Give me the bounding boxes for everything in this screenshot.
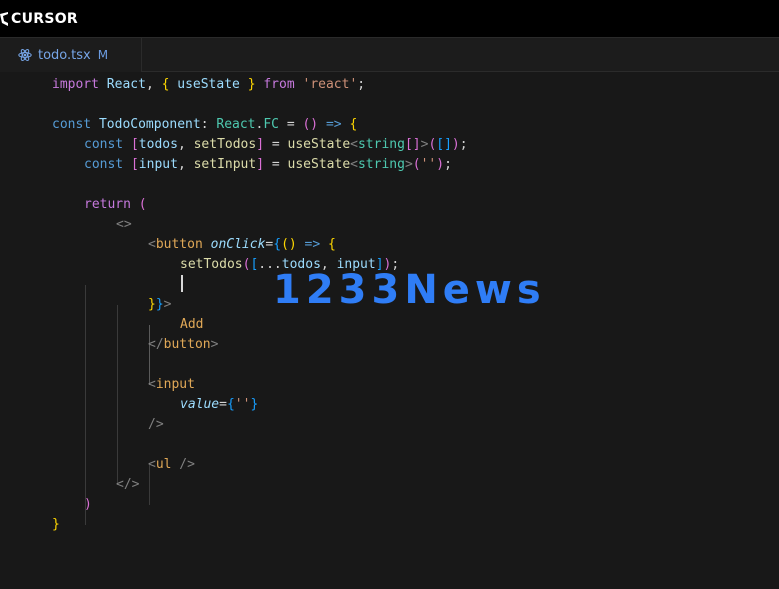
code-token: return bbox=[84, 197, 131, 212]
code-token: todos bbox=[138, 137, 178, 152]
code-line: Add bbox=[180, 315, 203, 335]
brand: CURSOR bbox=[0, 9, 78, 29]
code-line: return ( bbox=[84, 197, 147, 212]
code-token: useState bbox=[177, 77, 240, 92]
title-bar: CURSOR bbox=[0, 0, 779, 38]
code-token: string bbox=[357, 157, 405, 172]
tab-modified-badge: M bbox=[97, 48, 109, 62]
code-token: const bbox=[84, 157, 124, 172]
code-token: FC bbox=[263, 117, 279, 132]
code-token: string bbox=[357, 137, 405, 152]
code-line: </> bbox=[116, 477, 140, 492]
code-token: 'react' bbox=[302, 77, 358, 92]
code-token: from bbox=[263, 77, 295, 92]
button-text: Add bbox=[180, 317, 204, 332]
indent-guide bbox=[117, 305, 118, 485]
text-cursor bbox=[181, 275, 183, 292]
code-line: <button onClick={() => { bbox=[148, 237, 336, 252]
code-token: React bbox=[106, 77, 146, 92]
react-icon bbox=[18, 48, 32, 62]
code-token: ul bbox=[155, 457, 172, 472]
code-line: <ul /> bbox=[148, 457, 195, 472]
code-editor[interactable]: import React, { useState } from 'react';… bbox=[0, 72, 779, 589]
code-token: value bbox=[180, 397, 220, 412]
code-line: const [todos, setTodos] = useState<strin… bbox=[84, 137, 468, 152]
code-token: React bbox=[216, 117, 256, 132]
code-token: import bbox=[52, 77, 99, 92]
code-token: '' bbox=[234, 397, 251, 412]
code-token: button bbox=[163, 337, 211, 352]
tab-todo-tsx[interactable]: todo.tsx M bbox=[0, 38, 142, 72]
brand-name: CURSOR bbox=[11, 11, 78, 27]
tab-bar: todo.tsx M bbox=[0, 38, 779, 72]
code-line: ) bbox=[84, 497, 92, 512]
code-token: useState bbox=[287, 137, 351, 152]
code-token: input bbox=[155, 377, 195, 392]
code-line: value={''} bbox=[180, 397, 259, 412]
code-line: const TodoComponent: React.FC = () => { bbox=[52, 117, 358, 132]
code-line: const [input, setInput] = useState<strin… bbox=[84, 157, 452, 172]
code-line: /> bbox=[148, 417, 164, 432]
code-line: } bbox=[52, 517, 60, 532]
code-token: const bbox=[52, 117, 92, 132]
code-token: button bbox=[155, 237, 203, 252]
code-line: <> bbox=[116, 217, 132, 232]
code-token: setTodos bbox=[180, 257, 243, 272]
cursor-logo-icon bbox=[0, 12, 8, 26]
code-token: TodoComponent bbox=[98, 117, 201, 132]
code-line: </button> bbox=[148, 337, 219, 352]
code-token: useState bbox=[287, 157, 351, 172]
code-token: setInput bbox=[193, 157, 257, 172]
code-line: <input bbox=[148, 377, 195, 392]
code-token: setTodos bbox=[193, 137, 257, 152]
code-token: input bbox=[138, 157, 178, 172]
code-line: }}> bbox=[148, 297, 172, 312]
tab-filename: todo.tsx bbox=[38, 47, 91, 63]
code-token: '' bbox=[420, 157, 437, 172]
code-line: import React, { useState } from 'react'; bbox=[52, 77, 366, 92]
watermark: 1233News bbox=[273, 267, 546, 313]
indent-guide bbox=[85, 285, 86, 525]
code-token: onClick bbox=[210, 237, 266, 252]
code-token: const bbox=[84, 137, 124, 152]
